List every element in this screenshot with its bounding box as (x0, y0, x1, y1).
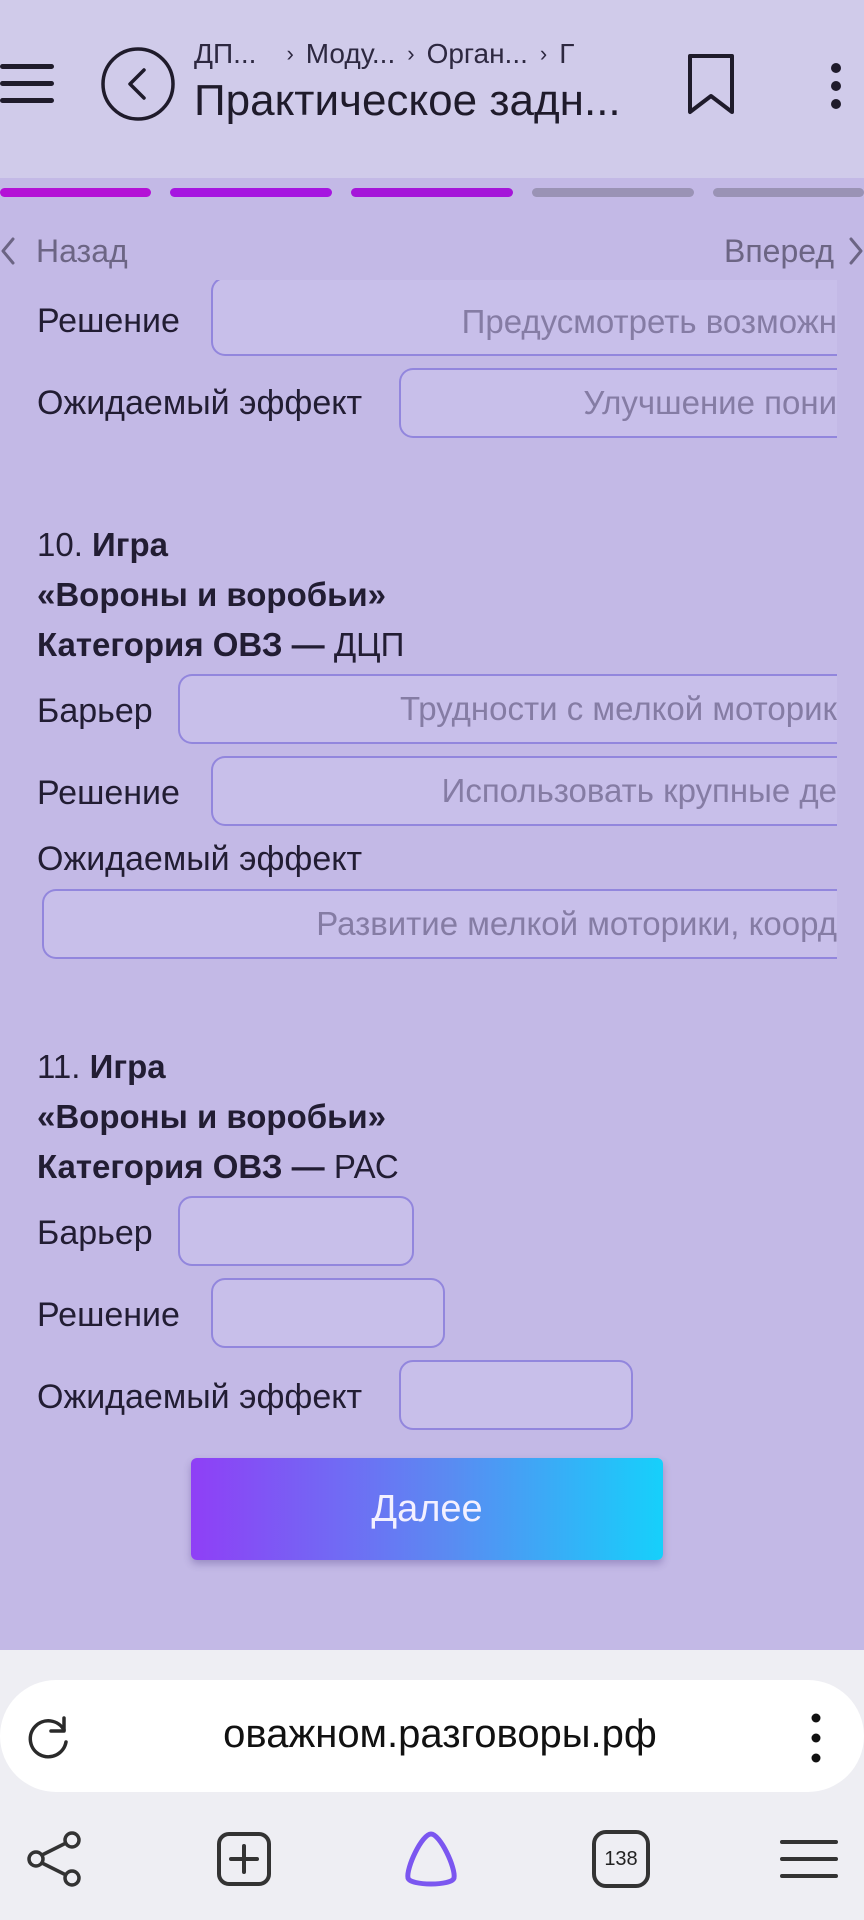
more-vertical-icon[interactable] (820, 60, 852, 112)
question-heading: 10. Игра (37, 526, 168, 564)
tabs-count: 138 (604, 1848, 638, 1870)
barrier-label: Барьер (37, 692, 153, 730)
question-title: Игра (92, 526, 169, 563)
bookmark-icon[interactable] (684, 52, 738, 116)
game-name: «Вороны и воробьи» (37, 576, 387, 613)
chevron-right-icon: › (286, 40, 294, 66)
chevron-right-icon: › (539, 40, 548, 66)
category-value: РАС (333, 1148, 399, 1185)
question-category: Категория ОВЗ — ДЦП (37, 626, 404, 664)
page-title: Практическое задн... (194, 76, 621, 125)
category-label: Категория ОВЗ — (37, 626, 325, 663)
reload-icon[interactable] (24, 1712, 74, 1762)
breadcrumb-item-3[interactable]: Орган... (427, 38, 528, 70)
effect-field[interactable] (399, 1360, 633, 1430)
game-name: «Вороны и воробьи» (37, 1098, 387, 1135)
task-content[interactable]: Решение Предусмотреть возможн Ожидаемый … (0, 280, 864, 1650)
breadcrumb-item-2[interactable]: Моду... (306, 38, 395, 70)
field-value: Трудности с мелкой моторик (399, 690, 837, 727)
breadcrumb-item-1[interactable]: ДП... (194, 38, 256, 70)
question-game-name: «Вороны и воробьи» (37, 576, 386, 614)
effect-label: Ожидаемый эффект (37, 840, 363, 878)
effect-field[interactable]: Улучшение пони (399, 368, 837, 438)
effect-field[interactable]: Развитие мелкой моторики, коорд (42, 889, 837, 959)
breadcrumb-item-4[interactable]: Г (559, 38, 574, 70)
field-value: Предусмотреть возможн (461, 303, 837, 340)
new-tab-icon[interactable] (213, 1828, 275, 1890)
category-value: ДЦП (333, 626, 405, 663)
field-value: Использовать крупные де (441, 772, 837, 809)
next-button[interactable]: Далее (191, 1458, 663, 1560)
effect-label: Ожидаемый эффект (37, 1378, 363, 1416)
nav-forward-link[interactable]: Вперед (724, 228, 864, 274)
barrier-field[interactable]: Трудности с мелкой моторик (178, 674, 837, 744)
chevron-right-icon: › (407, 40, 415, 66)
breadcrumb: ДП... › Моду... › Орган... › Г (194, 36, 634, 70)
progress-segment[interactable] (170, 188, 332, 197)
question-game-name: «Вороны и воробьи» (37, 1098, 386, 1136)
nav-back-link[interactable]: Назад (0, 228, 128, 274)
lesson-progress (0, 188, 864, 198)
solution-field[interactable]: Предусмотреть возможн (211, 280, 837, 356)
assistant-icon[interactable] (400, 1828, 462, 1890)
progress-segment[interactable] (351, 188, 513, 197)
solution-field[interactable]: Использовать крупные де (211, 756, 837, 826)
share-icon[interactable] (24, 1828, 86, 1890)
field-value: Улучшение пони (583, 384, 837, 421)
url-text[interactable]: оважном.разговоры.рф (130, 1712, 750, 1764)
barrier-field[interactable] (178, 1196, 414, 1266)
question-heading: 11. Игра (37, 1048, 166, 1086)
question-number: 11. (37, 1048, 81, 1085)
nav-back-label: Назад (36, 232, 128, 269)
progress-segment[interactable] (532, 188, 694, 197)
solution-label: Решение (37, 302, 180, 340)
category-label: Категория ОВЗ — (37, 1148, 325, 1185)
solution-label: Решение (37, 774, 180, 812)
progress-segment[interactable] (713, 188, 864, 197)
back-button-icon[interactable] (100, 46, 176, 122)
browser-menu-icon[interactable] (778, 1828, 840, 1890)
tabs-counter-icon[interactable]: 138 (590, 1828, 652, 1890)
app-header: ДП... › Моду... › Орган... › Г Практическое за… (0, 0, 864, 178)
field-value: Развитие мелкой моторики, коорд (316, 905, 837, 942)
progress-segment[interactable] (0, 188, 151, 197)
question-title: Игра (89, 1048, 166, 1085)
chevron-left-icon (1, 237, 15, 265)
effect-label: Ожидаемый эффект (37, 384, 363, 422)
nav-forward-label: Вперед (723, 232, 834, 269)
chevron-right-icon (849, 237, 863, 265)
question-number: 10. (37, 526, 83, 563)
barrier-label: Барьер (37, 1214, 153, 1252)
question-category: Категория ОВЗ — РАС (37, 1148, 399, 1186)
solution-field[interactable] (211, 1278, 445, 1348)
more-vertical-icon[interactable] (804, 1710, 828, 1766)
solution-label: Решение (37, 1296, 180, 1334)
hamburger-menu-icon[interactable] (0, 62, 56, 106)
